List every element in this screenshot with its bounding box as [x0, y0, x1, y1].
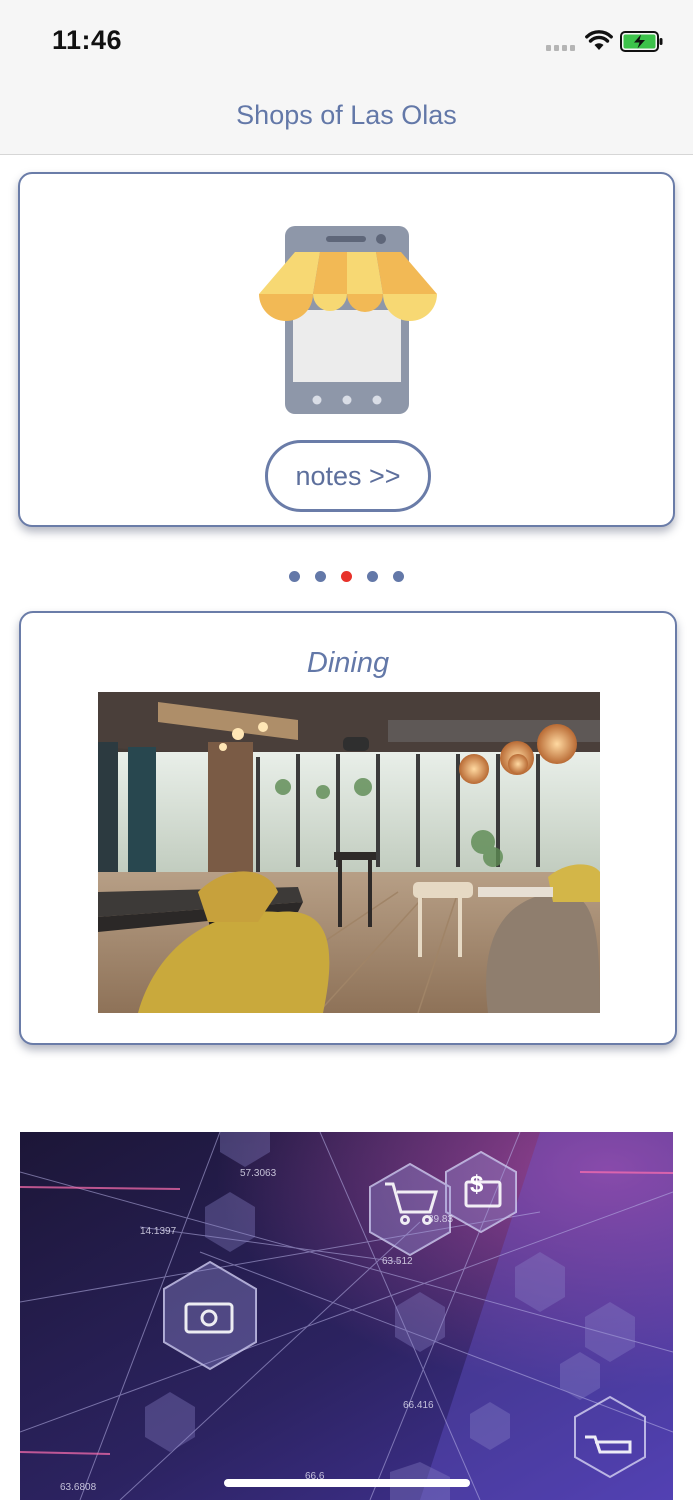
page-title: Shops of Las Olas	[236, 100, 457, 130]
banner-label-3: 39.83	[428, 1214, 453, 1225]
home-indicator[interactable]	[224, 1479, 470, 1487]
top-bar: 11:46 Shops of Las Olas	[0, 0, 693, 155]
page-dot-4[interactable]	[367, 571, 378, 582]
page-dot-1[interactable]	[289, 571, 300, 582]
page-dot-2[interactable]	[315, 571, 326, 582]
dining-title: Dining	[306, 647, 390, 679]
banner-label-1: 57.3063	[240, 1168, 277, 1179]
restaurant-interior-photo	[98, 692, 600, 1013]
digital-commerce-network-graphic[interactable]: $ 57.3063 14.1397 39.83 63.512 66.416 63…	[20, 1132, 673, 1500]
page-dot-5[interactable]	[393, 571, 404, 582]
page-dot-3-active[interactable]	[341, 571, 352, 582]
svg-text:$: $	[470, 1171, 484, 1198]
notes-card: notes >>	[18, 172, 675, 527]
banner-label-5: 66.416	[403, 1400, 434, 1411]
battery-charging-icon	[620, 31, 663, 52]
cellular-signal-icon	[546, 45, 578, 53]
dining-card[interactable]: Dining	[19, 611, 677, 1045]
banner-label-4: 63.512	[382, 1256, 413, 1267]
mobile-shop-icon	[259, 226, 437, 414]
notes-button[interactable]: notes >>	[265, 440, 431, 512]
app-screen: 11:46 Shops of Las Olas notes >> Dining …	[0, 0, 693, 1500]
wifi-icon	[585, 30, 613, 50]
banner-label-6: 63.6808	[60, 1482, 97, 1493]
banner-label-2: 14.1397	[140, 1226, 177, 1237]
page-indicator[interactable]	[0, 571, 693, 583]
status-time: 11:46	[52, 25, 123, 55]
